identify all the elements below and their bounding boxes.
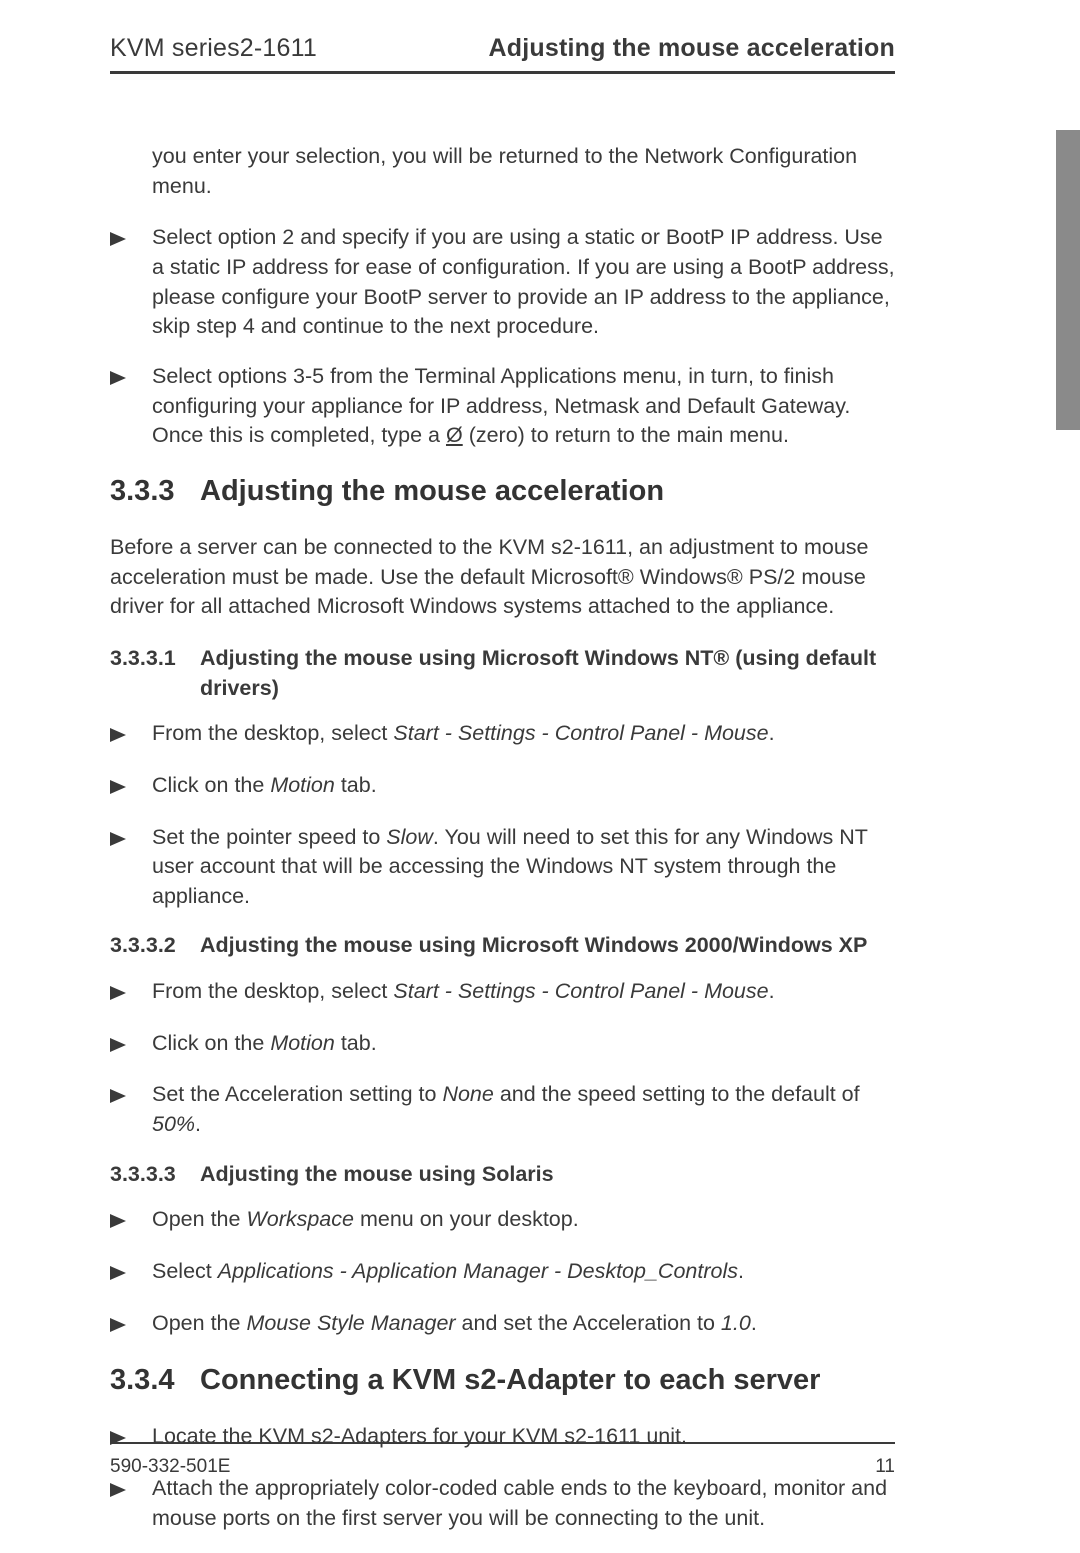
text-italic: Start - Settings - Control Panel - Mouse (393, 721, 768, 745)
bullet-arrow-icon (110, 1309, 152, 1341)
text-italic: Workspace (246, 1207, 354, 1231)
text-italic: 1.0 (721, 1311, 751, 1335)
text-segment: Select (152, 1259, 218, 1283)
heading-text: Adjusting the mouse using Microsoft Wind… (200, 644, 895, 703)
bullet-arrow-icon (110, 1474, 152, 1533)
header-section-title: Adjusting the mouse acceleration (489, 34, 896, 63)
bullet-arrow-icon (110, 771, 152, 803)
header-product: KVM series2-1611 (110, 34, 317, 63)
page-body: you enter your selection, you will be re… (110, 142, 895, 1533)
zero-symbol: Ø (446, 423, 463, 447)
text-segment: tab. (335, 773, 377, 797)
bullet-arrow-icon (110, 1080, 152, 1139)
heading-number: 3.3.3.1 (110, 644, 200, 703)
heading-number: 3.3.4 (110, 1360, 200, 1400)
list-item: Select Applications - Application Manage… (110, 1257, 895, 1289)
page-header: KVM series2-1611 Adjusting the mouse acc… (110, 34, 895, 74)
list-item: Select options 3-5 from the Terminal App… (110, 362, 895, 451)
heading-number: 3.3.3 (110, 471, 200, 511)
page-content: KVM series2-1611 Adjusting the mouse acc… (110, 34, 895, 1553)
text-italic: Motion (270, 1031, 335, 1055)
heading-text: Connecting a KVM s2-Adapter to each serv… (200, 1360, 820, 1400)
text-segment: . (769, 979, 775, 1003)
text-segment: Set the Acceleration setting to (152, 1082, 442, 1106)
text-segment: . (195, 1112, 201, 1136)
heading-number: 3.3.3.3 (110, 1160, 200, 1190)
footer-doc-number: 590-332-501E (110, 1456, 230, 1478)
list-item: Set the Acceleration setting to None and… (110, 1080, 895, 1139)
list-item: Click on the Motion tab. (110, 771, 895, 803)
text-segment: . (738, 1259, 744, 1283)
text-segment: Set the pointer speed to (152, 825, 386, 849)
text-italic: Slow (386, 825, 433, 849)
text-segment: (zero) to return to the main menu. (463, 423, 789, 447)
text-segment: From the desktop, select (152, 979, 393, 1003)
list-item: Click on the Motion tab. (110, 1029, 895, 1061)
text-segment: menu on your desktop. (354, 1207, 579, 1231)
text-segment: and set the Acceleration to (456, 1311, 721, 1335)
text-italic: None (442, 1082, 493, 1106)
text-italic: 50% (152, 1112, 195, 1136)
text-segment: . (769, 721, 775, 745)
list-item: Select option 2 and specify if you are u… (110, 223, 895, 342)
section-tab (1056, 130, 1080, 430)
list-item-text: From the desktop, select Start - Setting… (152, 977, 895, 1009)
heading-334: 3.3.4 Connecting a KVM s2-Adapter to eac… (110, 1360, 895, 1400)
list-item: Open the Workspace menu on your desktop. (110, 1205, 895, 1237)
heading-text: Adjusting the mouse acceleration (200, 471, 664, 511)
heading-number: 3.3.3.2 (110, 931, 200, 961)
text-segment: Click on the (152, 1031, 270, 1055)
list-item-text: Set the pointer speed to Slow. You will … (152, 823, 895, 912)
text-segment: From the desktop, select (152, 721, 393, 745)
list-item: From the desktop, select Start - Setting… (110, 719, 895, 751)
text-segment: . (751, 1311, 757, 1335)
bullet-arrow-icon (110, 1029, 152, 1061)
page-footer: 590-332-501E 11 (110, 1442, 895, 1478)
list-item-text: Set the Acceleration setting to None and… (152, 1080, 895, 1139)
heading-3333: 3.3.3.3 Adjusting the mouse using Solari… (110, 1160, 895, 1190)
continuation-paragraph: you enter your selection, you will be re… (152, 142, 895, 201)
bullet-arrow-icon (110, 223, 152, 342)
list-item-text: Select option 2 and specify if you are u… (152, 223, 895, 342)
heading-333: 3.3.3 Adjusting the mouse acceleration (110, 471, 895, 511)
text-italic: Motion (270, 773, 335, 797)
text-segment: tab. (335, 1031, 377, 1055)
list-item-text: From the desktop, select Start - Setting… (152, 719, 895, 751)
list-item: Open the Mouse Style Manager and set the… (110, 1309, 895, 1341)
bullet-arrow-icon (110, 823, 152, 912)
text-segment: Open the (152, 1207, 246, 1231)
bullet-arrow-icon (110, 977, 152, 1009)
bullet-arrow-icon (110, 1205, 152, 1237)
bullet-arrow-icon (110, 1257, 152, 1289)
text-italic: Applications - Application Manager - Des… (218, 1259, 738, 1283)
list-item-text: Attach the appropriately color-coded cab… (152, 1474, 895, 1533)
bullet-arrow-icon (110, 719, 152, 751)
list-item-text: Open the Mouse Style Manager and set the… (152, 1309, 895, 1341)
heading-3332: 3.3.3.2 Adjusting the mouse using Micros… (110, 931, 895, 961)
text-segment: Open the (152, 1311, 246, 1335)
footer-page-number: 11 (875, 1456, 895, 1478)
bullet-arrow-icon (110, 362, 152, 451)
list-item-text: Select options 3-5 from the Terminal App… (152, 362, 895, 451)
heading-text: Adjusting the mouse using Solaris (200, 1160, 895, 1190)
list-item: From the desktop, select Start - Setting… (110, 977, 895, 1009)
list-item-text: Select Applications - Application Manage… (152, 1257, 895, 1289)
section-intro: Before a server can be connected to the … (110, 533, 895, 622)
text-italic: Start - Settings - Control Panel - Mouse (393, 979, 768, 1003)
text-segment: and the speed setting to the default of (494, 1082, 860, 1106)
heading-3331: 3.3.3.1 Adjusting the mouse using Micros… (110, 644, 895, 703)
heading-text: Adjusting the mouse using Microsoft Wind… (200, 931, 895, 961)
list-item: Attach the appropriately color-coded cab… (110, 1474, 895, 1533)
text-italic: Mouse Style Manager (246, 1311, 455, 1335)
list-item: Set the pointer speed to Slow. You will … (110, 823, 895, 912)
list-item-text: Click on the Motion tab. (152, 1029, 895, 1061)
text-segment: Click on the (152, 773, 270, 797)
list-item-text: Click on the Motion tab. (152, 771, 895, 803)
list-item-text: Open the Workspace menu on your desktop. (152, 1205, 895, 1237)
